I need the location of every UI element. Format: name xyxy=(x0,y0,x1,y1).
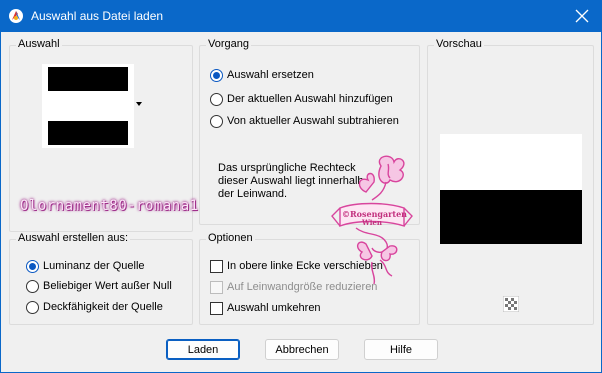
radio-label: Von aktueller Auswahl subtrahieren xyxy=(227,115,399,127)
radio-auswahl-subtrahieren[interactable]: Von aktueller Auswahl subtrahieren xyxy=(210,113,399,129)
radio-circle xyxy=(210,68,223,82)
chevron-down-icon xyxy=(136,102,142,106)
selection-thumbnail-dropdown[interactable] xyxy=(42,64,144,148)
title-bar: Auswahl aus Datei laden xyxy=(0,0,602,32)
radio-luminanz[interactable]: Luminanz der Quelle xyxy=(26,258,145,274)
watermark-logo-line2: Wien xyxy=(361,218,382,227)
thumbnail-bottom-bar xyxy=(48,121,128,145)
radio-circle xyxy=(26,259,39,273)
radio-label: Beliebiger Wert außer Null xyxy=(43,280,172,292)
radio-label: Deckfähigkeit der Quelle xyxy=(43,301,163,313)
abbrechen-button[interactable]: Abbrechen xyxy=(265,339,339,360)
preview-bottom-bar xyxy=(440,190,582,244)
rose-logo-watermark: ©Rosengarten Wien xyxy=(331,155,413,285)
thumbnail-top-bar xyxy=(48,67,128,91)
checkbox-box xyxy=(210,301,223,315)
hilfe-button[interactable]: Hilfe xyxy=(364,339,438,360)
radio-label: Luminanz der Quelle xyxy=(43,260,145,272)
radio-label: Der aktuellen Auswahl hinzufügen xyxy=(227,93,393,105)
preview-image xyxy=(440,134,582,244)
vorgang-group-label: Vorgang xyxy=(206,38,251,50)
erstellen-group-label: Auswahl erstellen aus: xyxy=(16,232,131,244)
window-title: Auswahl aus Datei laden xyxy=(31,9,164,23)
radio-circle xyxy=(210,114,223,128)
laden-button[interactable]: Laden xyxy=(166,339,240,360)
checkbox-box xyxy=(210,259,223,273)
radio-circle xyxy=(26,300,39,314)
checkbox-box xyxy=(210,280,223,294)
close-button[interactable] xyxy=(562,0,602,32)
auswahl-group-label: Auswahl xyxy=(16,38,62,50)
checkbox-label: Auswahl umkehren xyxy=(227,302,321,314)
vorschau-group-label: Vorschau xyxy=(434,38,484,50)
erstellen-group: Auswahl erstellen aus: Luminanz der Quel… xyxy=(9,232,193,325)
radio-beliebiger-wert[interactable]: Beliebiger Wert außer Null xyxy=(26,278,172,294)
radio-circle xyxy=(26,279,39,293)
selection-thumbnail xyxy=(42,64,134,148)
watermark-text: Olornament80-romana1 xyxy=(20,198,199,214)
checkerboard-icon xyxy=(502,295,520,313)
vorschau-group: Vorschau xyxy=(427,38,594,325)
checkbox-auswahl-umkehren[interactable]: Auswahl umkehren xyxy=(210,300,321,316)
optionen-group-label: Optionen xyxy=(206,232,255,244)
radio-deckfaehigkeit[interactable]: Deckfähigkeit der Quelle xyxy=(26,299,163,315)
app-icon xyxy=(9,9,23,23)
radio-auswahl-hinzufuegen[interactable]: Der aktuellen Auswahl hinzufügen xyxy=(210,91,393,107)
transparency-toggle-button[interactable] xyxy=(502,295,520,313)
radio-auswahl-ersetzen[interactable]: Auswahl ersetzen xyxy=(210,67,314,83)
radio-label: Auswahl ersetzen xyxy=(227,69,314,81)
radio-circle xyxy=(210,92,223,106)
close-icon xyxy=(575,9,589,23)
